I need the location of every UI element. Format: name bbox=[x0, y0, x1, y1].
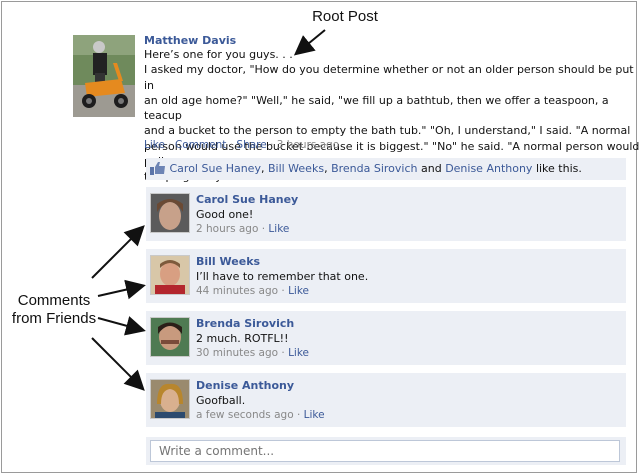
comment-text: I’ll have to remember that one. bbox=[196, 270, 369, 283]
comment-meta: 44 minutes ago · Like bbox=[196, 285, 309, 297]
liker-name-link[interactable]: Brenda Sirovich bbox=[331, 162, 417, 175]
liker-name-link[interactable]: Bill Weeks bbox=[268, 162, 324, 175]
likes-suffix: like this. bbox=[532, 162, 582, 175]
comment-meta: 30 minutes ago · Like bbox=[196, 347, 309, 359]
comment-timestamp: 44 minutes ago bbox=[196, 285, 279, 297]
comment-like-link[interactable]: Like bbox=[288, 347, 309, 359]
commenter-name[interactable]: Carol Sue Haney bbox=[196, 193, 298, 206]
comment-item: Brenda Sirovich 2 much. ROTFL!! 30 minut… bbox=[146, 311, 626, 365]
likes-bar: Carol Sue Haney, Bill Weeks, Brenda Siro… bbox=[146, 158, 626, 180]
likes-and: and bbox=[417, 162, 446, 175]
comment-text: Good one! bbox=[196, 208, 254, 221]
commenter-avatar[interactable] bbox=[150, 379, 190, 419]
comment-input[interactable] bbox=[150, 440, 620, 462]
likes-separator: , bbox=[260, 162, 268, 175]
post-line: Here’s one for you guys. . . bbox=[144, 48, 293, 61]
comment-timestamp: 30 minutes ago bbox=[196, 347, 279, 359]
post-share-link[interactable]: Share bbox=[236, 139, 266, 151]
separator: · bbox=[293, 409, 304, 421]
post-line: and a bucket to the person to empty the … bbox=[144, 124, 631, 138]
comment-timestamp: 2 hours ago bbox=[196, 223, 259, 235]
post-author-avatar[interactable] bbox=[73, 35, 135, 117]
thumbs-up-icon bbox=[150, 161, 166, 175]
comment-text: Goofball. bbox=[196, 394, 246, 407]
post-comment-link[interactable]: Comment bbox=[175, 139, 226, 151]
post-line: I asked my doctor, "How do you determine… bbox=[144, 63, 634, 92]
separator: · bbox=[266, 139, 277, 151]
comment-arrow-1 bbox=[91, 225, 145, 279]
liker-name-link[interactable]: Carol Sue Haney bbox=[170, 162, 261, 175]
separator: · bbox=[278, 347, 289, 359]
separator: · bbox=[226, 139, 237, 151]
comment-arrow-4 bbox=[91, 337, 145, 391]
comment-meta: 2 hours ago · Like bbox=[196, 223, 289, 235]
comment-like-link[interactable]: Like bbox=[288, 285, 309, 297]
comment-item: Carol Sue Haney Good one! 2 hours ago · … bbox=[146, 187, 626, 241]
comment-timestamp: a few seconds ago bbox=[196, 409, 294, 421]
commenter-avatar[interactable] bbox=[150, 255, 190, 295]
likes-separator: , bbox=[324, 162, 332, 175]
commenter-avatar[interactable] bbox=[150, 317, 190, 357]
separator: · bbox=[164, 139, 175, 151]
post-actions: Like · Comment · Share · 3 hours ago bbox=[144, 139, 339, 151]
commenter-avatar[interactable] bbox=[150, 193, 190, 233]
comment-item: Bill Weeks I’ll have to remember that on… bbox=[146, 249, 626, 303]
liker-name-link[interactable]: Denise Anthony bbox=[445, 162, 532, 175]
post-line: an old age home?" "Well," he said, "we f… bbox=[144, 93, 609, 123]
comment-like-link[interactable]: Like bbox=[304, 409, 325, 421]
commenter-name[interactable]: Bill Weeks bbox=[196, 255, 260, 268]
post-like-link[interactable]: Like bbox=[144, 139, 165, 151]
comment-arrow-2 bbox=[97, 279, 146, 300]
commenter-name[interactable]: Brenda Sirovich bbox=[196, 317, 294, 330]
comment-arrow-3 bbox=[97, 316, 146, 336]
comment-like-link[interactable]: Like bbox=[268, 223, 289, 235]
post-author-name[interactable]: Matthew Davis bbox=[144, 34, 236, 47]
commenter-name[interactable]: Denise Anthony bbox=[196, 379, 294, 392]
separator: · bbox=[258, 223, 269, 235]
comment-text: 2 much. ROTFL!! bbox=[196, 332, 289, 345]
comment-input-area bbox=[146, 437, 626, 465]
separator: · bbox=[278, 285, 289, 297]
comment-meta: a few seconds ago · Like bbox=[196, 409, 325, 421]
post-timestamp: 3 hours ago bbox=[276, 139, 340, 151]
comment-item: Denise Anthony Goofball. a few seconds a… bbox=[146, 373, 626, 427]
